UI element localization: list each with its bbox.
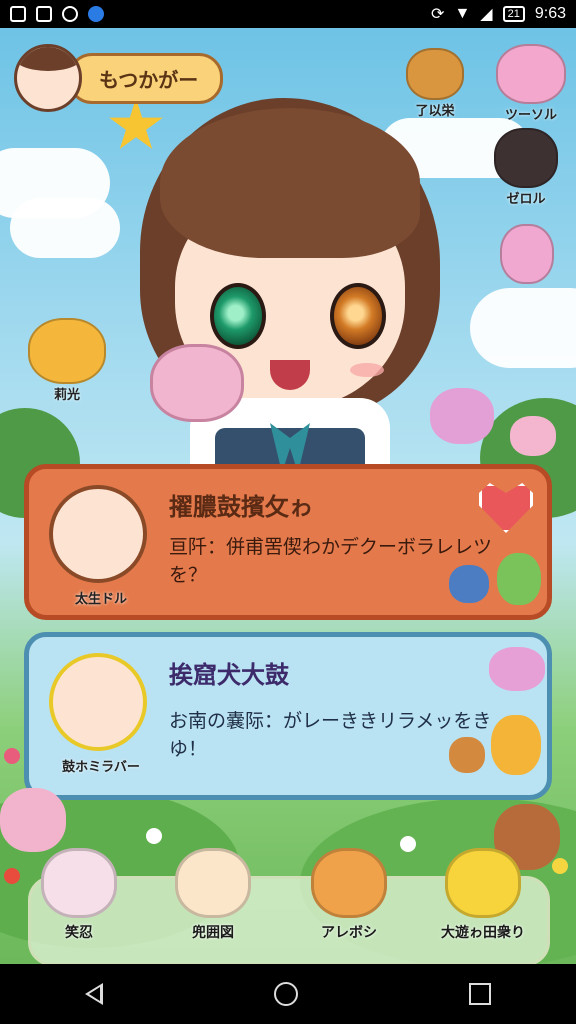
home-button[interactable] [273, 982, 298, 1006]
notification-icon [62, 6, 78, 22]
flower [146, 828, 162, 844]
game-screen: もつかがー 了以栄 ツーソル ゼロル 莉光 太生ドル 擢膿鼓擯攵ゎ 亘阡：併甫罟… [0, 28, 576, 964]
orange-cat-icon [28, 318, 106, 384]
flower [552, 858, 568, 874]
avatar [49, 653, 147, 751]
quest-card-2[interactable]: 鼓ホミラバー 挨窟犬大鼓 お南の嚢际：がレーききリラメッをきゆ！ [24, 632, 552, 800]
avatar [49, 485, 147, 583]
tabby-cat-icon [311, 848, 387, 918]
pink-cat-icon[interactable] [489, 647, 545, 691]
notification-icon [36, 6, 52, 22]
nav-item-3[interactable]: 大遊ゎ田衆り [428, 848, 538, 942]
cloud [470, 288, 576, 368]
card-title: 擢膿鼓擯攵ゎ [169, 493, 313, 521]
battery-icon: 21 [502, 6, 525, 22]
wifi-icon: ▼ [454, 5, 471, 22]
character-icon [494, 128, 558, 188]
signal-icon: ◢ [480, 6, 493, 23]
cat-mail-icon [406, 48, 464, 100]
pink-cat-icon [496, 44, 566, 104]
nav-item-1[interactable]: 兜囲図 [158, 848, 268, 942]
vpn-icon [88, 6, 104, 22]
notification-icon [10, 6, 26, 22]
side-item-0[interactable]: 了以栄 [406, 48, 464, 119]
orange-cat-icon [491, 715, 541, 775]
flower [4, 748, 20, 764]
left-pet[interactable]: 莉光 [28, 318, 106, 403]
avatar [14, 44, 82, 112]
pink-bunny-flower-icon [500, 224, 554, 284]
flower [4, 868, 20, 884]
side-item-3[interactable] [500, 224, 554, 284]
right-eye [330, 283, 386, 349]
quest-card-1[interactable]: 太生ドル 擢膿鼓擯攵ゎ 亘阡：併甫罟偰わかデクーボラレレツを？ [24, 464, 552, 620]
player-name: もつかがー [68, 52, 224, 104]
blue-bag-icon [449, 565, 489, 603]
white-cat-icon [41, 848, 117, 918]
pink-pig-sticker [510, 416, 556, 456]
player-profile[interactable]: もつかがー [14, 44, 224, 112]
cloud [10, 198, 120, 258]
rotate-icon: ⟳ [431, 6, 445, 23]
nav-item-0[interactable]: 笑忍 [24, 848, 134, 942]
sunglasses-chick-icon [175, 848, 251, 918]
back-button[interactable] [85, 983, 104, 1005]
side-item-2[interactable]: ゼロル [494, 128, 558, 207]
pink-cloud-pet[interactable] [150, 344, 244, 422]
recents-button[interactable] [468, 983, 491, 1005]
side-item-1[interactable]: ツーソル [496, 44, 566, 123]
pink-cat-sticker [430, 388, 494, 444]
nav-item-2[interactable]: アレボシ [294, 848, 404, 942]
card-title: 挨窟犬大鼓 [169, 661, 289, 689]
heart-bubble-icon[interactable] [479, 483, 533, 533]
clock: 9:63 [534, 5, 566, 22]
card-character: 太生ドル [37, 477, 157, 611]
left-eye [210, 283, 266, 349]
pink-cat-sticker [0, 788, 66, 852]
bear-icon [449, 737, 485, 773]
system-nav-bar [0, 964, 576, 1024]
yellow-cat-icon [445, 848, 521, 918]
card-character: 鼓ホミラバー [37, 645, 157, 779]
status-bar: ⟳ ▼ ◢ 21 9:63 [0, 0, 576, 28]
green-bear-icon [497, 553, 541, 605]
